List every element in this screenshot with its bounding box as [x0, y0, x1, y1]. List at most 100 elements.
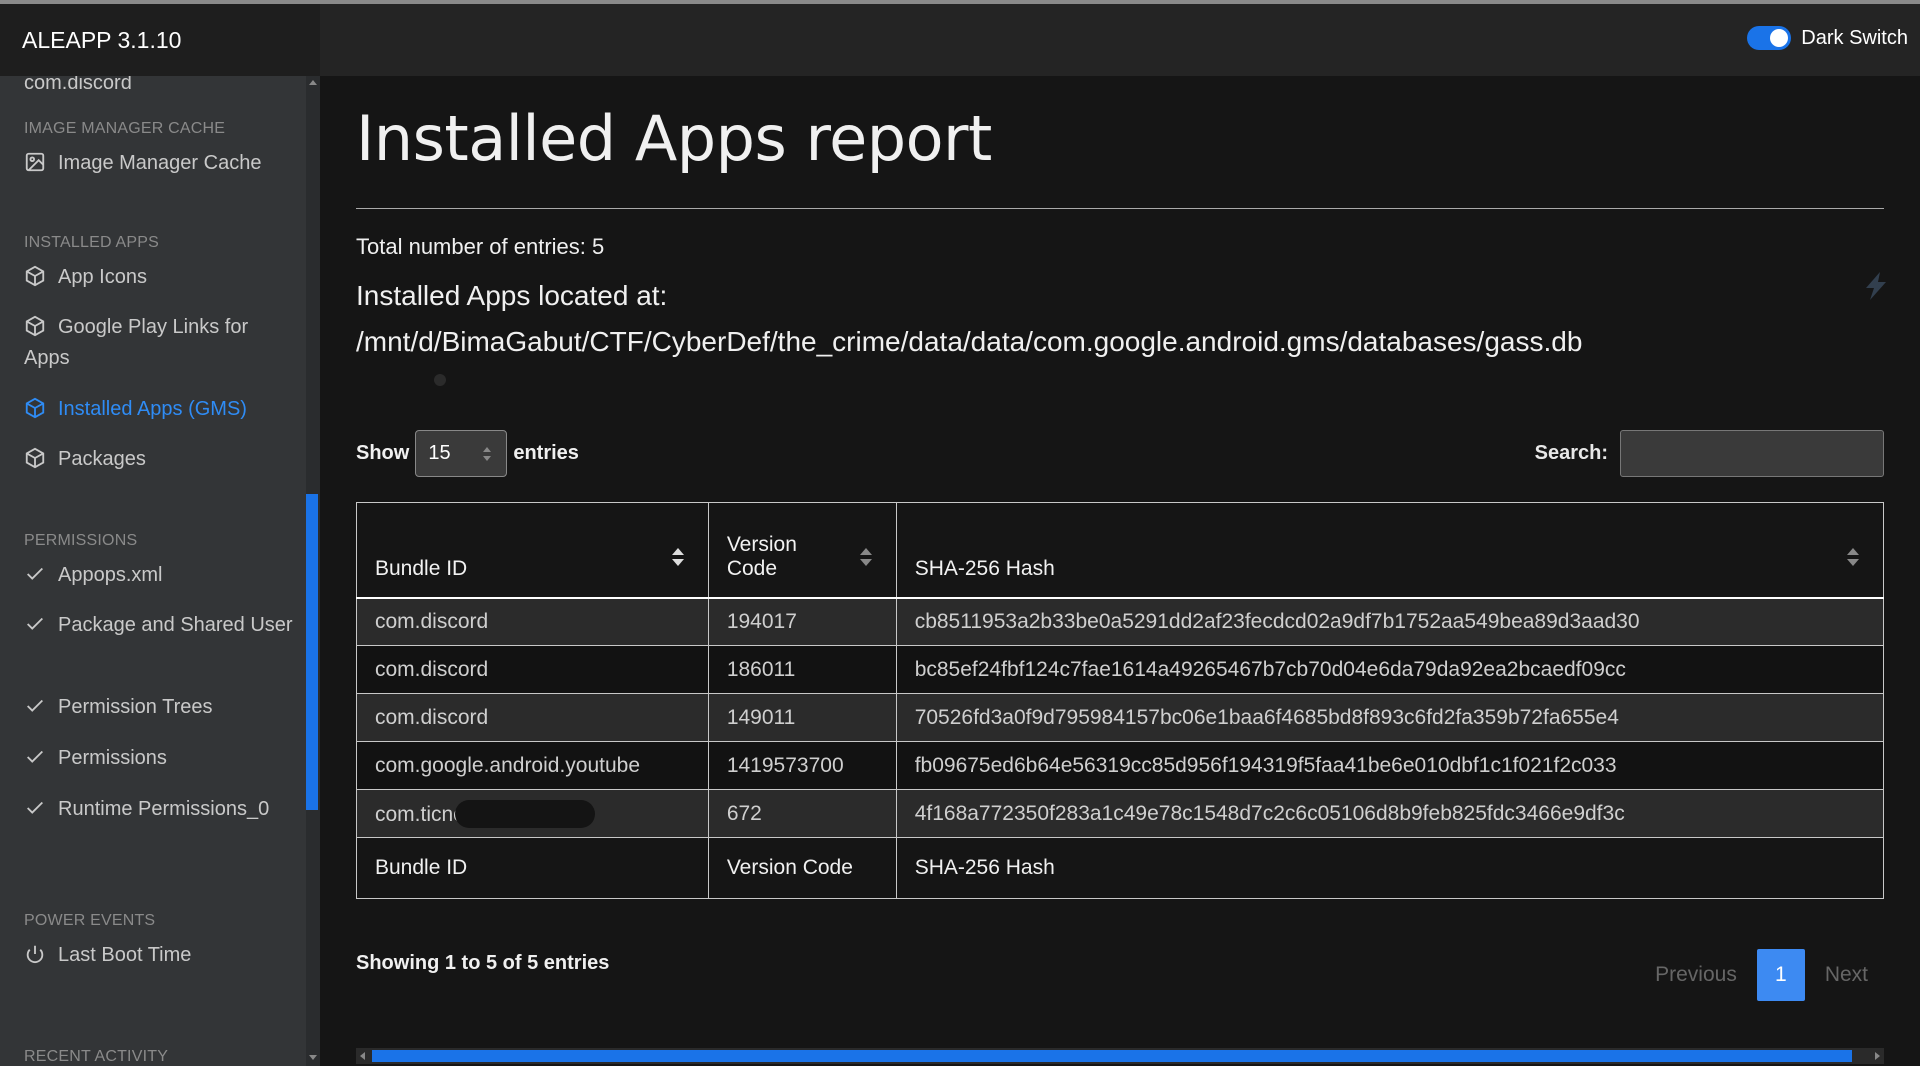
cell-bundle-id-text: com.ticno [375, 802, 465, 826]
horizontal-scrollbar[interactable] [356, 1048, 1884, 1064]
package-icon [25, 265, 45, 287]
sidebar-item-installed-apps-gms[interactable]: Installed Apps (GMS) [24, 394, 294, 425]
cell-sha256-hash: 4f168a772350f283a1c49e78c1548d7c2c6c0510… [895, 789, 1885, 838]
cell-version-code: 149011 [707, 693, 897, 742]
previous-page-button[interactable]: Previous [1655, 963, 1737, 987]
column-header-label: Bundle ID [375, 556, 468, 580]
entries-per-page-value: 15 [428, 442, 451, 464]
total-entries: Total number of entries: 5 [356, 234, 605, 259]
sidebar-scrollbar-thumb[interactable] [306, 494, 318, 810]
column-header-label: Version Code [726, 532, 797, 580]
location-label: Installed Apps located at: [356, 280, 668, 311]
cell-sha256-hash: bc85ef24fbf124c7fae1614a49265467b7cb70d0… [895, 645, 1885, 694]
sort-icon [671, 548, 684, 566]
check-icon [27, 750, 43, 763]
footer-bundle-id: Bundle ID [356, 837, 709, 899]
sidebar-item-permission-trees[interactable]: Permission Trees [24, 692, 294, 723]
sidebar-heading-recent-activity: RECENT ACTIVITY [24, 1048, 169, 1065]
sidebar-item-appops[interactable]: Appops.xml [24, 560, 294, 591]
show-label: Show [356, 442, 410, 464]
sidebar-item-label: Appops.xml [58, 564, 163, 586]
sidebar-heading-permissions: PERMISSIONS [24, 532, 138, 549]
column-header-sha256-hash[interactable]: SHA-256 Hash [895, 502, 1885, 598]
entries-per-page-select[interactable]: 15 [415, 430, 508, 477]
table-row: com.discord 194017 cb8511953a2b33be0a529… [356, 597, 1885, 646]
search-label: Search: [1534, 442, 1608, 464]
sidebar-item-label: Image Manager Cache [58, 152, 262, 174]
sidebar-item-runtime-permissions[interactable]: Runtime Permissions_0 [24, 794, 294, 825]
decorative-dot [434, 374, 446, 386]
sidebar-item-label: com.discord [24, 76, 132, 94]
column-header-version-code[interactable]: Version Code [707, 502, 897, 598]
cell-version-code: 672 [707, 789, 897, 838]
package-icon [25, 315, 45, 337]
table-row: com.discord 149011 70526fd3a0f9d79598415… [356, 693, 1885, 742]
search-input[interactable] [1620, 430, 1884, 477]
sidebar-item-app-icons[interactable]: App Icons [24, 262, 294, 293]
floating-action-icon[interactable] [1856, 266, 1896, 306]
sidebar-item-label: Packages [58, 448, 146, 470]
sidebar-item-image-manager-cache[interactable]: Image Manager Cache [24, 148, 294, 179]
cell-bundle-id: com.discord [356, 693, 709, 742]
cell-bundle-id: com.google.android.youtube [356, 741, 709, 790]
sidebar-heading-installed-apps: INSTALLED APPS [24, 234, 160, 251]
sidebar-scrollbar[interactable] [306, 76, 320, 1066]
footer-version-code: Version Code [707, 837, 897, 899]
cell-sha256-hash: fb09675ed6b64e56319cc85d956f194319f5faa4… [895, 741, 1885, 790]
check-icon [27, 617, 43, 630]
sidebar-item-label: Permissions [58, 747, 167, 769]
sidebar-item-packages[interactable]: Packages [24, 444, 294, 475]
table-row: com.google.android.youtube 1419573700 fb… [356, 741, 1885, 790]
table-row: com.ticno 672 4f168a772350f283a1c49e78c1… [356, 789, 1885, 838]
sidebar-item-permissions[interactable]: Permissions [24, 743, 294, 774]
cell-sha256-hash: 70526fd3a0f9d795984157bc06e1baa6f4685bd8… [895, 693, 1885, 742]
scroll-right-arrow-icon[interactable] [1875, 1052, 1880, 1060]
table-footer-row: Bundle ID Version Code SHA-256 Hash [356, 837, 1885, 899]
power-icon [26, 945, 44, 964]
package-icon [25, 397, 45, 419]
sidebar-item-google-play-links[interactable]: Google Play Links for Apps [24, 312, 294, 374]
sidebar-item-label: Permission Trees [58, 696, 213, 718]
sidebar-item-label: App Icons [58, 266, 147, 288]
cell-sha256-hash: cb8511953a2b33be0a5291dd2af23fecdcd02a9d… [895, 597, 1885, 646]
sidebar-item-last-boot-time[interactable]: Last Boot Time [24, 940, 294, 971]
table-header-row: Bundle ID Version Code SHA-256 Hash [356, 502, 1885, 598]
cell-version-code: 1419573700 [707, 741, 897, 790]
title-divider [356, 208, 1884, 209]
app-title[interactable]: ALEAPP 3.1.10 [22, 27, 181, 54]
table-row: com.discord 186011 bc85ef24fbf124c7fae16… [356, 645, 1885, 694]
check-icon [27, 801, 43, 814]
cell-version-code: 194017 [707, 597, 897, 646]
dark-switch-toggle[interactable] [1747, 26, 1792, 50]
sidebar-item-package-shared-user[interactable]: Package and Shared User [24, 610, 294, 641]
sidebar-item-label: Installed Apps (GMS) [58, 398, 247, 420]
top-navbar: Dark Switch [320, 4, 1920, 76]
sidebar: com.discord IMAGE MANAGER CACHE Image Ma… [0, 76, 320, 1066]
sidebar-heading-image-manager-cache: IMAGE MANAGER CACHE [24, 120, 226, 137]
show-entries-control: Show 15 entries [356, 430, 579, 477]
cell-version-code: 186011 [707, 645, 897, 694]
dark-switch[interactable]: Dark Switch [1747, 26, 1908, 50]
dark-switch-label[interactable]: Dark Switch [1801, 27, 1908, 50]
package-icon [25, 447, 45, 469]
sort-icon [1847, 548, 1859, 566]
scroll-down-arrow-icon[interactable] [309, 1055, 317, 1060]
sidebar-item-label: Runtime Permissions_0 [58, 798, 270, 820]
sidebar-heading-power-events: POWER EVENTS [24, 912, 156, 929]
sort-icon [859, 548, 872, 566]
horizontal-scrollbar-thumb[interactable] [372, 1050, 1852, 1062]
scroll-left-arrow-icon[interactable] [360, 1052, 365, 1060]
search-control: Search: [1535, 430, 1884, 477]
page-title: Installed Apps report [356, 102, 992, 175]
footer-sha256-hash: SHA-256 Hash [895, 837, 1885, 899]
column-header-label: SHA-256 Hash [914, 556, 1055, 580]
column-header-bundle-id[interactable]: Bundle ID [356, 502, 709, 598]
cell-bundle-id: com.discord [356, 597, 709, 646]
page-1-button[interactable]: 1 [1756, 949, 1805, 1001]
app-brand[interactable]: ALEAPP 3.1.10 [0, 4, 320, 76]
table-info: Showing 1 to 5 of 5 entries [356, 952, 610, 974]
scroll-up-arrow-icon[interactable] [309, 80, 317, 85]
next-page-button[interactable]: Next [1825, 963, 1868, 987]
sidebar-item-label: Package and Shared User [58, 614, 293, 636]
sidebar-item-com-discord[interactable]: com.discord [24, 76, 294, 99]
